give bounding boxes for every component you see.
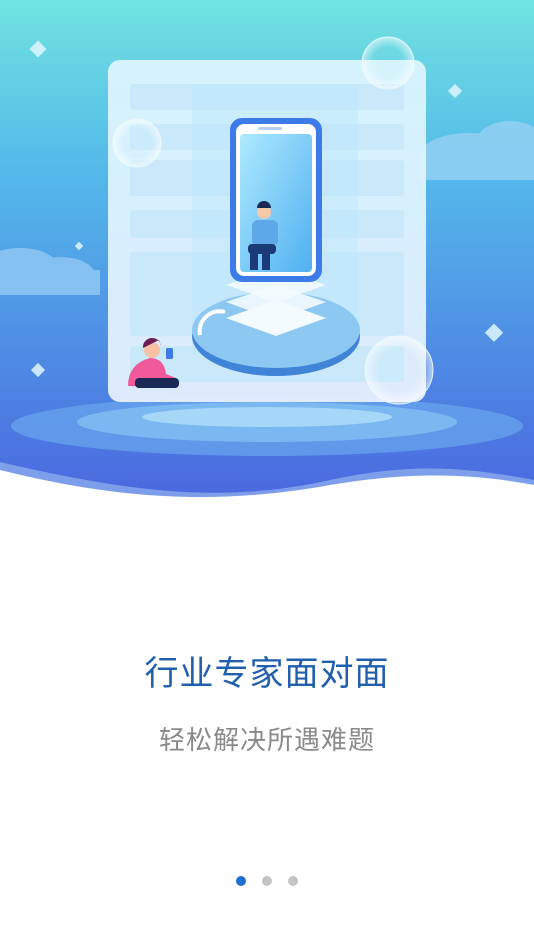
onboarding-screen: 行业专家面对面 轻松解决所遇难题	[0, 0, 534, 949]
onboarding-subtitle: 轻松解决所遇难题	[158, 726, 375, 756]
page-indicator	[0, 876, 534, 886]
onboarding-title: 行业专家面对面	[144, 654, 390, 694]
hero-illustration	[0, 0, 534, 500]
page-dot-1[interactable]	[236, 876, 246, 886]
page-dot-3[interactable]	[288, 876, 298, 886]
page-dot-2[interactable]	[262, 876, 272, 886]
phone-illustration	[230, 118, 322, 282]
